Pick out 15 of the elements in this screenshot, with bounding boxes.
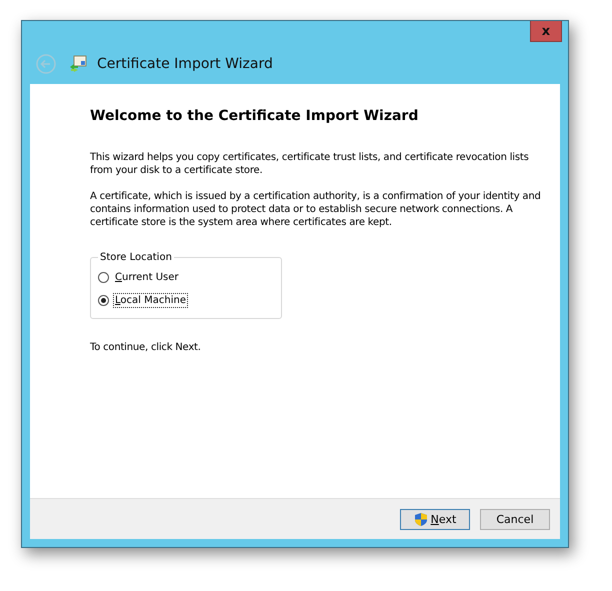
shield-icon xyxy=(414,512,428,526)
option-label[interactable]: Current User xyxy=(113,270,181,285)
certificate-icon xyxy=(69,54,87,72)
radio-button[interactable] xyxy=(98,295,109,306)
description-text: A certificate, which is issued by a certification authority, is a confirmation of your identity and contains information used to protect data or to establish secure network connections. A certificate store is the system area where certificates are kept. xyxy=(90,190,542,229)
window-title: Certificate Import Wizard xyxy=(97,56,273,72)
close-button[interactable]: x xyxy=(530,21,562,42)
wizard-heading: Welcome to the Certificate Import Wizard xyxy=(90,110,420,123)
cancel-button[interactable]: Cancel xyxy=(480,508,550,530)
description-text: This wizard helps you copy certificates, certificate trust lists, and certificate revocation lists from your disk to a certificate store. xyxy=(90,151,530,177)
group-label: Store Location xyxy=(99,251,173,264)
next-button[interactable]: Next xyxy=(400,508,470,530)
option-label[interactable]: Local Machine xyxy=(113,293,188,308)
radio-button[interactable] xyxy=(98,272,109,283)
instruction-text: To continue, click Next. xyxy=(90,341,202,354)
